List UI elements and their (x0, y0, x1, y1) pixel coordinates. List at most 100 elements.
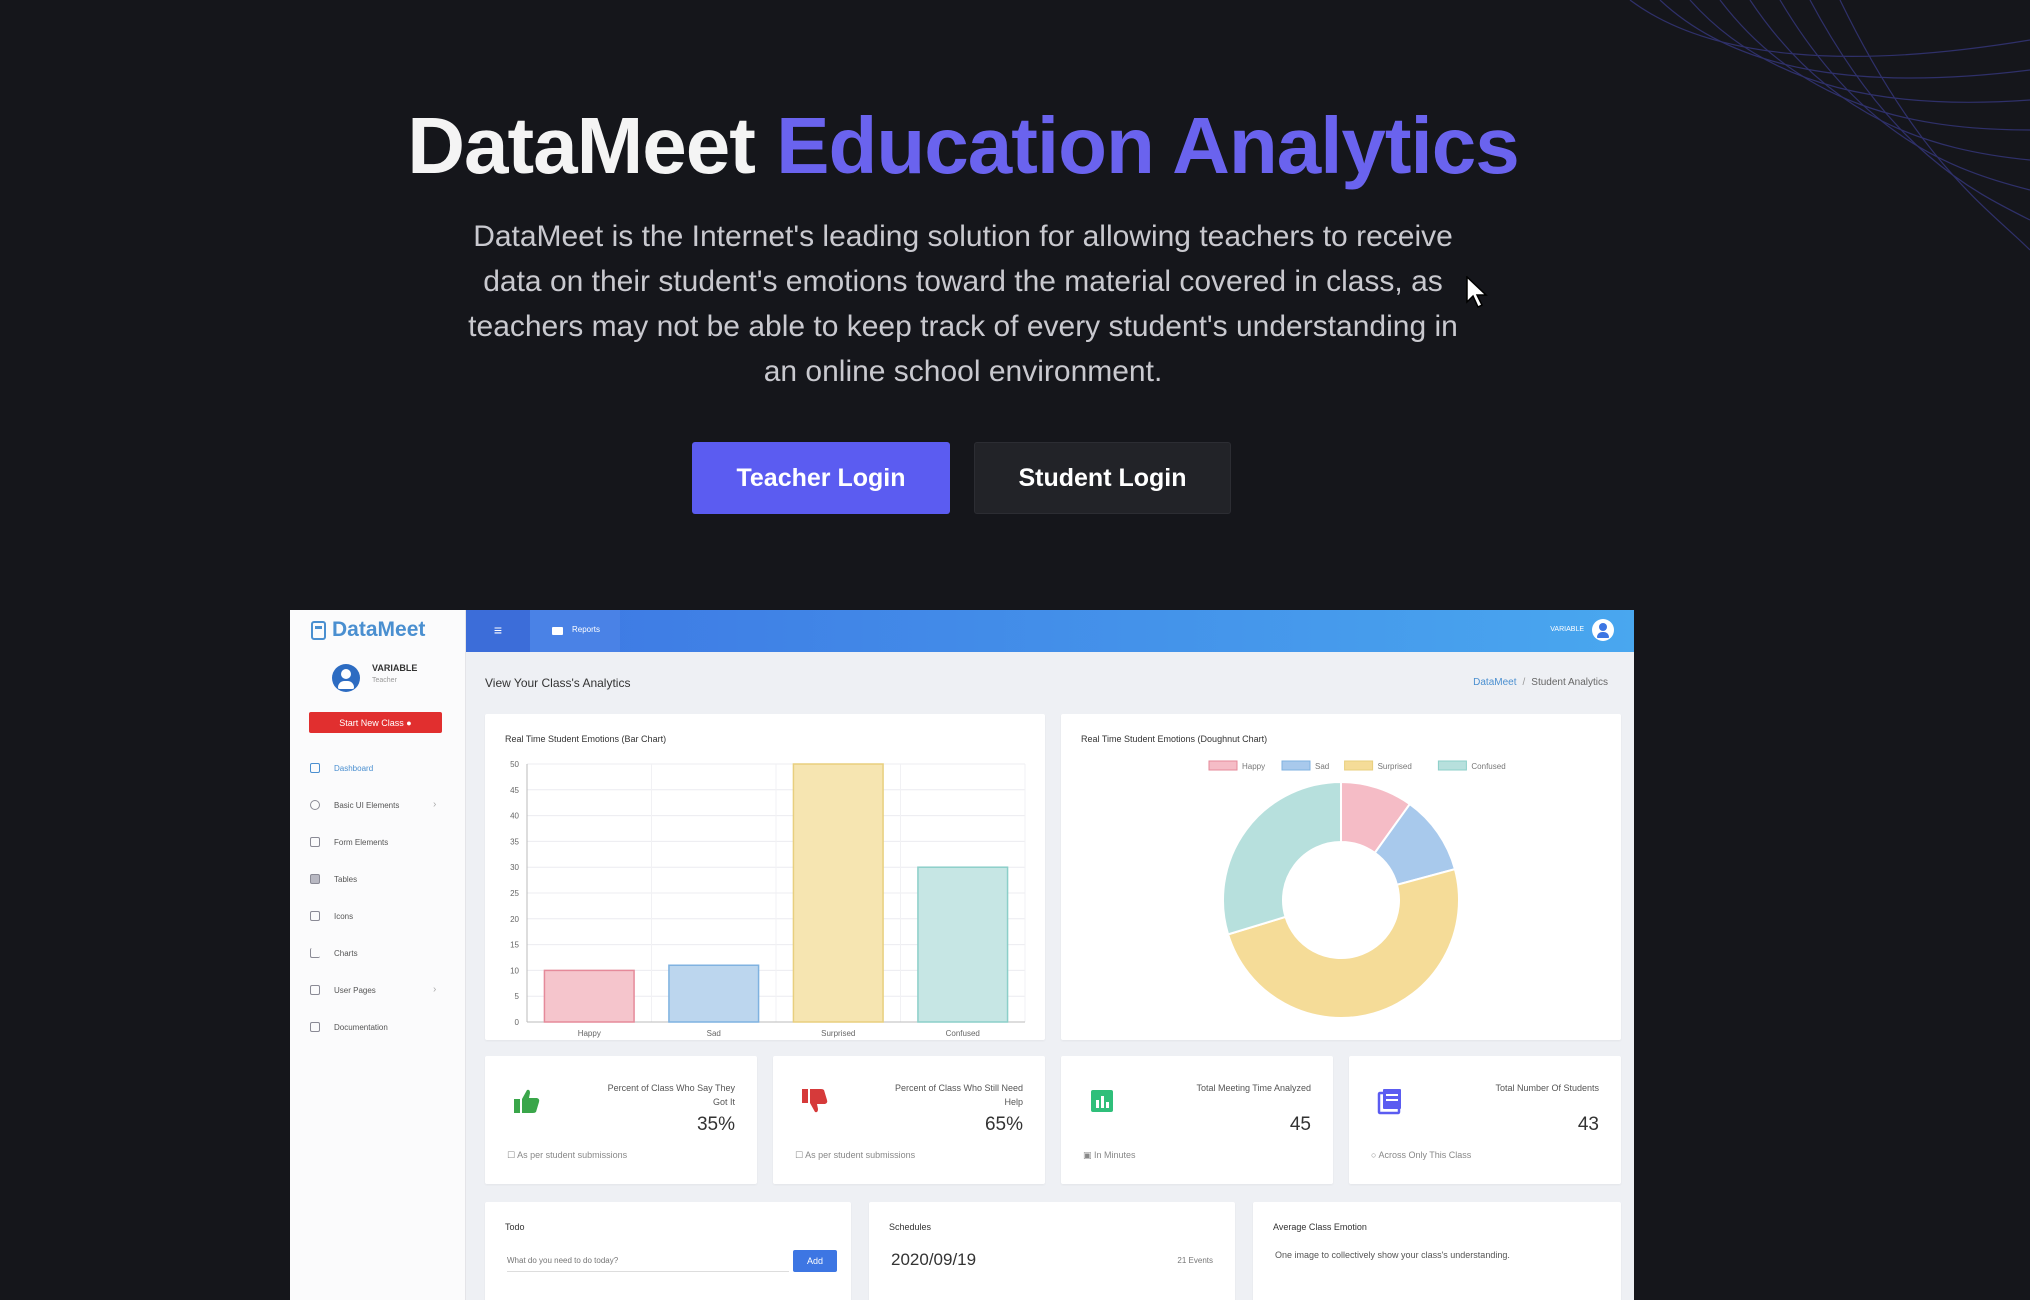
sidebar-item-label: Icons (334, 912, 354, 921)
thumbs-down-icon (802, 1089, 828, 1113)
chevron-right-icon: › (433, 799, 437, 810)
breadcrumb-separator: / (1522, 677, 1526, 688)
breadcrumb-link[interactable]: DataMeet (1473, 677, 1516, 688)
breadcrumb-current: Student Analytics (1531, 677, 1608, 688)
table-icon (310, 874, 320, 884)
sidebar-item-label: Dashboard (334, 764, 374, 773)
sidebar-item-tables[interactable]: Tables (290, 861, 466, 898)
x-tick-label: Sad (707, 1029, 721, 1038)
stat-card-need-help: Percent of Class Who Still Need Help 65%… (773, 1056, 1045, 1184)
todo-card: Todo Add (485, 1202, 851, 1300)
schedules-card: Schedules 2020/09/19 21 Events (869, 1202, 1235, 1300)
schedules-title: Schedules (889, 1222, 932, 1232)
y-tick-label: 30 (510, 863, 519, 872)
bar-surprised (792, 763, 884, 1023)
x-tick-label: Confused (946, 1029, 980, 1038)
slice-confused (1222, 780, 1342, 936)
brand-name[interactable]: DataMeet (332, 618, 425, 642)
stat-value: 43 (1577, 1114, 1599, 1135)
page-title: View Your Class's Analytics (485, 676, 631, 690)
x-tick-label: Surprised (821, 1029, 855, 1038)
avatar (332, 664, 360, 692)
brand-logo-icon (311, 621, 326, 640)
y-tick-label: 15 (510, 941, 519, 950)
y-tick-label: 40 (510, 812, 519, 821)
legend-label: Sad (1315, 762, 1329, 771)
stat-footnote: ☐ As per student submissions (795, 1150, 916, 1160)
y-tick-label: 45 (510, 786, 519, 795)
legend-swatch-sad (1281, 760, 1311, 771)
bar-confused (917, 866, 1009, 1023)
user-name: VARIABLE (372, 663, 418, 673)
sidebar-item-documentation[interactable]: Documentation (290, 1009, 466, 1046)
dashboard-preview: DataMeet VARIABLE Teacher Start New Clas… (290, 610, 1634, 1300)
user-role: Teacher (372, 677, 397, 684)
monitor-icon (310, 763, 320, 773)
stat-label: Total Meeting Time Analyzed (1196, 1083, 1311, 1093)
todo-add-button[interactable]: Add (793, 1250, 837, 1272)
sidebar-item-form-elements[interactable]: Form Elements (290, 824, 466, 861)
list-icon (310, 837, 320, 847)
student-login-button[interactable]: Student Login (974, 442, 1231, 514)
tab-reports[interactable]: Reports (530, 610, 620, 652)
bar-happy (543, 969, 635, 1023)
sidebar-item-basic-ui-elements[interactable]: Basic UI Elements › (290, 787, 466, 824)
bar-sad (668, 964, 760, 1023)
thumbs-up-icon (514, 1089, 540, 1113)
todo-input[interactable] (507, 1250, 789, 1272)
sidebar: DataMeet VARIABLE Teacher Start New Clas… (290, 610, 466, 1300)
legend-label: Surprised (1378, 762, 1412, 771)
box-icon (310, 911, 320, 921)
hero-description: DataMeet is the Internet's leading solut… (468, 220, 1458, 388)
menu-toggle-button[interactable]: ≡ (466, 610, 530, 652)
lock-icon (310, 985, 320, 995)
stat-label: Percent of Class Who Say They Got It (607, 1083, 735, 1107)
average-emotion-card: Average Class Emotion One image to colle… (1253, 1202, 1621, 1300)
schedule-count: 21 Events (1177, 1256, 1213, 1265)
y-tick-label: 35 (510, 837, 519, 846)
sidebar-item-charts[interactable]: Charts (290, 935, 466, 972)
y-tick-label: 50 (510, 760, 519, 769)
stat-value: 35% (696, 1114, 735, 1135)
sidebar-item-label: Charts (334, 949, 358, 958)
sidebar-item-label: User Pages (334, 986, 376, 995)
bar-chart: 0 5 10 15 20 25 30 35 40 45 50 Happy Sad Surprised Con… (510, 760, 1026, 1038)
bar-chart-icon (1091, 1090, 1113, 1112)
y-tick-label: 0 (515, 1018, 520, 1027)
stat-card-meeting-time: Total Meeting Time Analyzed 45 ▣ In Minu… (1061, 1056, 1333, 1184)
bar-chart-card: Real Time Student Emotions (Bar Chart) 0… (485, 714, 1045, 1040)
hero-title-accent: Education Analytics (776, 101, 1520, 190)
y-tick-label: 25 (510, 889, 519, 898)
sidebar-item-label: Basic UI Elements (334, 801, 400, 810)
stat-label: Percent of Class Who Still Need Help (894, 1083, 1023, 1107)
sidebar-item-user-pages[interactable]: User Pages › (290, 972, 466, 1009)
chart-icon (310, 948, 320, 958)
stat-value: 45 (1289, 1114, 1311, 1135)
x-tick-label: Happy (578, 1029, 601, 1038)
doughnut-chart: Happy Sad Surprised Confused (1208, 760, 1506, 1020)
sidebar-item-label: Tables (334, 875, 358, 884)
sidebar-item-label: Documentation (334, 1023, 388, 1032)
stat-footnote: ☐ As per student submissions (507, 1150, 628, 1160)
y-tick-label: 5 (515, 992, 520, 1001)
sidebar-item-dashboard[interactable]: Dashboard (290, 750, 466, 787)
chevron-right-icon: › (433, 984, 437, 995)
sidebar-item-label: Form Elements (334, 838, 389, 847)
sidebar-item-icons[interactable]: Icons (290, 898, 466, 935)
doughnut-chart-card: Real Time Student Emotions (Doughnut Cha… (1061, 714, 1621, 1040)
legend-swatch-happy (1208, 760, 1238, 771)
emotion-face-preview (1253, 1202, 1621, 1300)
schedule-date: 2020/09/19 (891, 1250, 977, 1269)
y-tick-label: 10 (510, 966, 519, 975)
hero-title: DataMeet Education Analytics (0, 100, 1926, 192)
top-bar: ≡ Reports VARIABLE (466, 610, 1634, 652)
top-user-name[interactable]: VARIABLE (1550, 626, 1584, 633)
target-icon (310, 800, 320, 810)
start-new-class-button[interactable]: Start New Class ● (309, 712, 442, 733)
stat-footnote: ▣ In Minutes (1083, 1150, 1136, 1160)
teacher-login-button[interactable]: Teacher Login (692, 442, 950, 514)
legend-swatch-surprised (1344, 760, 1374, 771)
legend-swatch-confused (1437, 760, 1467, 771)
legend-label: Confused (1471, 762, 1505, 771)
user-avatar-icon[interactable] (1592, 619, 1614, 641)
